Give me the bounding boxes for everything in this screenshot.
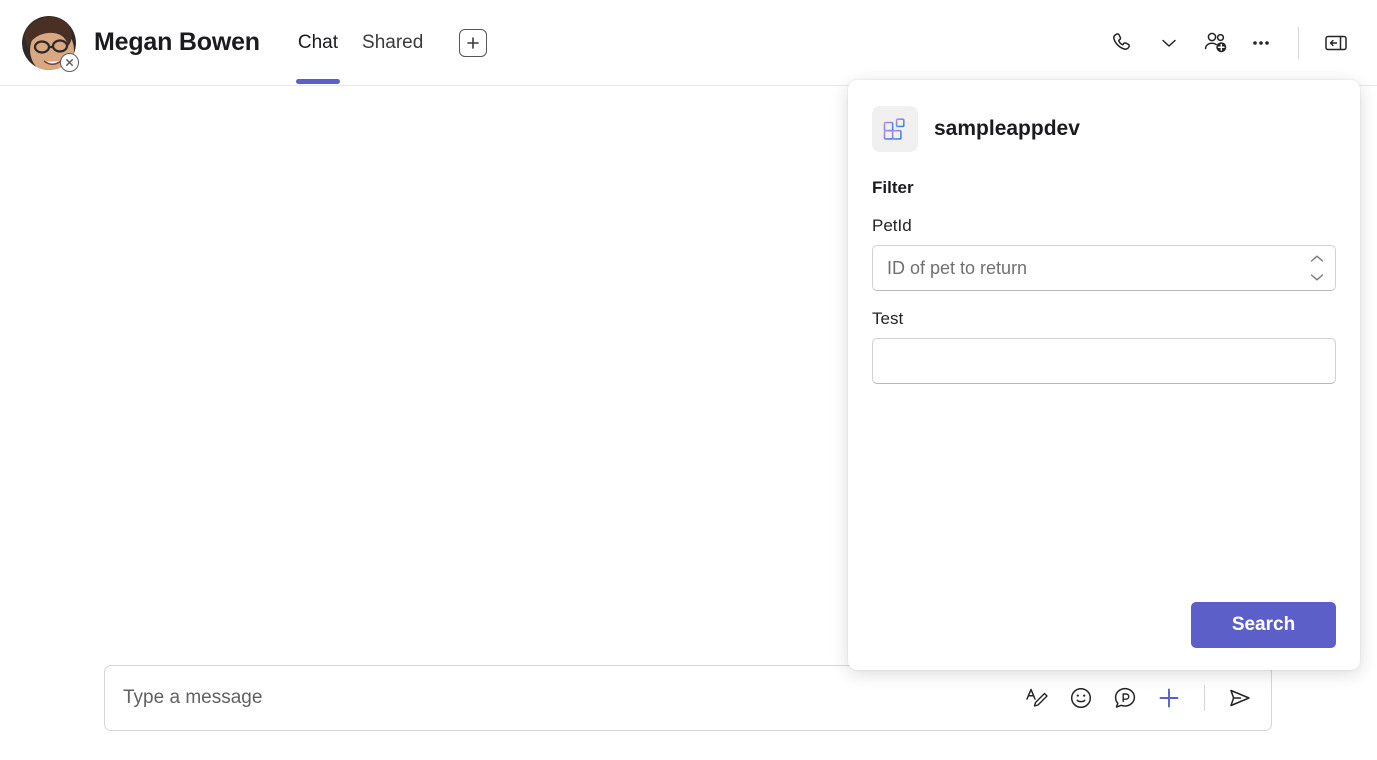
tab-shared[interactable]: Shared — [350, 0, 435, 86]
add-tab-button[interactable] — [459, 29, 487, 57]
spinner-up-icon[interactable] — [1307, 252, 1327, 266]
chevron-down-icon[interactable] — [1148, 22, 1190, 64]
chat-header-actions — [1102, 0, 1377, 86]
avatar-status-badge — [60, 53, 79, 72]
message-compose-box — [104, 665, 1272, 731]
test-input-wrap — [872, 338, 1336, 384]
field-test: Test — [872, 309, 1336, 384]
petid-spinner — [1305, 246, 1335, 290]
petid-input-wrap — [872, 245, 1336, 291]
tab-chat-label: Chat — [298, 32, 338, 54]
compose-divider — [1204, 685, 1205, 711]
page-title: Megan Bowen — [94, 28, 260, 57]
toggle-panel-icon[interactable] — [1315, 22, 1357, 64]
test-input[interactable] — [873, 339, 1335, 383]
tab-list: Chat Shared — [286, 0, 487, 86]
plus-icon — [465, 35, 481, 51]
field-petid: PetId — [872, 216, 1336, 291]
tab-shared-label: Shared — [362, 32, 423, 54]
chat-header-left: Megan Bowen Chat Shared — [0, 0, 487, 86]
field-test-label: Test — [872, 309, 1336, 329]
plus-icon[interactable] — [1152, 681, 1186, 715]
more-options-icon[interactable] — [1240, 22, 1282, 64]
tab-chat[interactable]: Chat — [286, 0, 350, 86]
task-module-dialog: sampleappdev Filter PetId — [848, 80, 1360, 670]
field-petid-label: PetId — [872, 216, 1336, 236]
send-icon[interactable] — [1223, 681, 1257, 715]
form-title: Filter — [872, 178, 1336, 198]
emoji-icon[interactable] — [1064, 681, 1098, 715]
dialog-app-name: sampleappdev — [934, 117, 1080, 141]
header-divider — [1298, 27, 1299, 59]
apps-grid-icon — [872, 106, 918, 152]
message-input[interactable] — [105, 666, 1020, 730]
format-icon[interactable] — [1020, 681, 1054, 715]
call-icon[interactable] — [1102, 22, 1144, 64]
search-button[interactable]: Search — [1191, 602, 1336, 648]
add-people-icon[interactable] — [1194, 22, 1236, 64]
dialog-header: sampleappdev — [872, 106, 1336, 152]
avatar[interactable] — [22, 16, 76, 70]
sticker-icon[interactable] — [1108, 681, 1142, 715]
spinner-down-icon[interactable] — [1307, 270, 1327, 284]
dialog-footer: Search — [872, 602, 1336, 648]
compose-actions — [1020, 681, 1271, 715]
petid-input[interactable] — [873, 246, 1305, 290]
chat-header: Megan Bowen Chat Shared — [0, 0, 1377, 86]
teams-chat-window: Megan Bowen Chat Shared — [0, 0, 1377, 760]
